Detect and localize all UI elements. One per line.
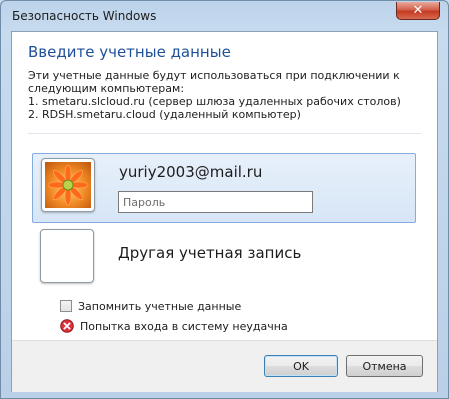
close-icon: ✕ (412, 3, 424, 18)
error-text: Попытка входа в систему неудачна (80, 319, 288, 333)
login-error-message: Попытка входа в систему неудачна (60, 318, 288, 334)
divider (28, 133, 421, 134)
dialog-client-area: Введите учетные данные Эти учетные данны… (11, 31, 438, 392)
button-bar: OK Отмена (12, 340, 437, 392)
description-line: 1. smetaru.slcloud.ru (сервер шлюза удал… (28, 95, 401, 108)
window-title: Безопасность Windows (12, 9, 157, 23)
dialog-description: Эти учетные данные будут использоваться … (28, 69, 423, 121)
ok-button[interactable]: OK (264, 355, 338, 377)
security-dialog-window: Безопасность Windows ✕ Введите учетные д… (0, 0, 449, 399)
error-icon (60, 319, 74, 333)
other-account-label: Другая учетная запись (118, 244, 302, 262)
dialog-heading: Введите учетные данные (28, 43, 231, 61)
account-tile-other[interactable]: Другая учетная запись (32, 225, 416, 289)
remember-checkbox[interactable] (60, 300, 72, 312)
flower-avatar-icon (41, 158, 95, 212)
cancel-button[interactable]: Отмена (346, 355, 423, 377)
close-button[interactable]: ✕ (396, 2, 440, 20)
description-line: Эти учетные данные будут использоваться … (28, 69, 400, 82)
account-username: yuriy2003@mail.ru (119, 163, 263, 181)
description-line: следующим компьютерам: (28, 82, 185, 95)
remember-label: Запомнить учетные данные (78, 299, 242, 313)
blank-avatar-icon (40, 229, 94, 283)
description-line: 2. RDSH.smetaru.cloud (удаленный компьют… (28, 108, 301, 121)
password-input[interactable] (118, 191, 313, 213)
title-bar[interactable]: Безопасность Windows ✕ (1, 1, 448, 29)
remember-credentials-option[interactable]: Запомнить учетные данные (60, 298, 241, 314)
account-tile-selected[interactable]: yuriy2003@mail.ru (32, 153, 416, 223)
